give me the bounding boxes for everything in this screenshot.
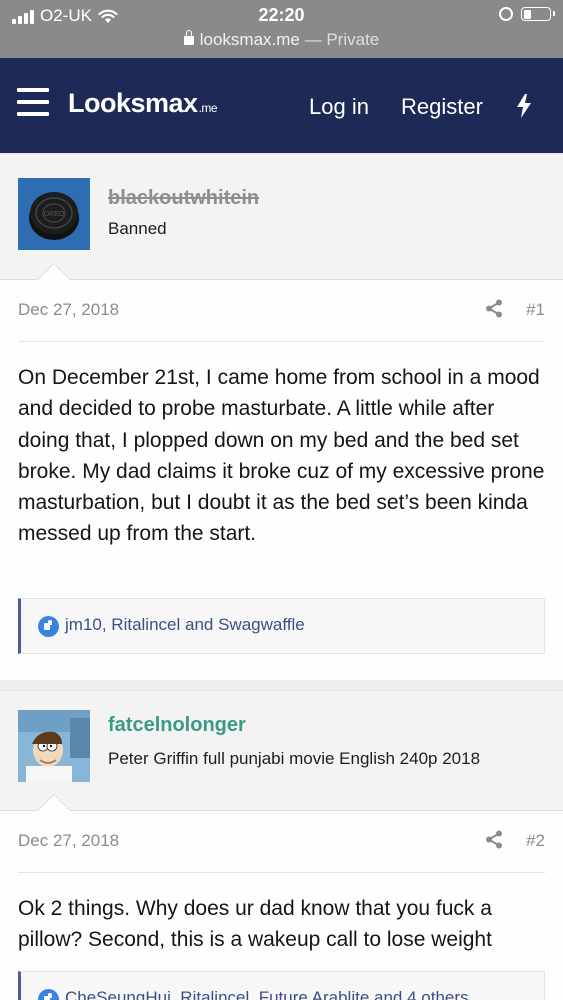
status-bar: O2-UK 22:20 looksmax.me — Private: [0, 0, 563, 58]
logo-tld: .me: [198, 101, 218, 115]
post-1-number[interactable]: #1: [526, 300, 545, 320]
post-1-username[interactable]: blackoutwhitein: [108, 187, 259, 210]
post-2-user-title: Peter Griffin full punjabi movie English…: [108, 749, 481, 768]
post-1-reaction-users[interactable]: jm10, Ritalincel and Swagwaffle: [65, 615, 305, 635]
post-2-user-header: fatcelnolonger Peter Griffin full punjab…: [0, 690, 563, 811]
post-2-number[interactable]: #2: [526, 831, 545, 851]
post-separator: [0, 680, 563, 690]
post-2-date[interactable]: Dec 27, 2018: [18, 831, 119, 850]
logo-text: Looksmax: [68, 88, 198, 118]
svg-text:OREO: OREO: [44, 211, 65, 218]
clock: 22:20: [258, 5, 305, 25]
share-icon[interactable]: [485, 299, 503, 318]
lock-icon: [183, 30, 194, 45]
alarm-icon: [499, 7, 513, 21]
like-icon: [38, 989, 59, 1000]
post-1-avatar[interactable]: OREO: [18, 178, 90, 250]
site-navbar: Looksmax.me Log in Register: [0, 58, 563, 153]
post-1-body: On December 21st, I came home from schoo…: [18, 366, 545, 546]
status-right: [499, 7, 555, 21]
post-2-notch: [38, 795, 70, 811]
site-logo[interactable]: Looksmax.me: [68, 88, 218, 119]
post-2-body: Ok 2 things. Why does ur dad know that y…: [18, 897, 492, 952]
like-icon: [38, 616, 59, 637]
share-icon[interactable]: [485, 830, 503, 849]
private-label: — Private: [304, 30, 380, 49]
lightning-icon[interactable]: [516, 94, 532, 118]
battery-icon: [521, 7, 555, 21]
post-1-notch: [38, 264, 70, 280]
post-2-reactions[interactable]: CheSeungHui, Ritalincel, Future Arablite…: [18, 971, 545, 1000]
register-link[interactable]: Register: [401, 94, 483, 120]
post-2-meta: Dec 27, 2018 #2: [18, 830, 545, 851]
post-2-username[interactable]: fatcelnolonger: [108, 714, 246, 737]
post-1-divider: [18, 341, 545, 342]
login-link[interactable]: Log in: [309, 94, 369, 120]
post-2-reaction-users[interactable]: CheSeungHui, Ritalincel, Future Arablite…: [65, 988, 469, 1000]
post-1-reactions[interactable]: jm10, Ritalincel and Swagwaffle: [18, 598, 545, 654]
post-1-meta: Dec 27, 2018 #1: [18, 299, 545, 320]
post-2-divider: [18, 872, 545, 873]
menu-icon[interactable]: [17, 88, 49, 116]
post-1-date[interactable]: Dec 27, 2018: [18, 300, 119, 319]
post-1-user-title: Banned: [108, 219, 167, 238]
post-1-user-header: OREO blackoutwhitein Banned: [0, 153, 563, 280]
post-2-avatar[interactable]: [18, 710, 90, 782]
url-bar[interactable]: looksmax.me — Private: [0, 30, 563, 50]
peter-griffin-avatar-image: [18, 710, 90, 782]
oreo-avatar-image: OREO: [18, 178, 90, 250]
url-text[interactable]: looksmax.me: [200, 30, 300, 49]
